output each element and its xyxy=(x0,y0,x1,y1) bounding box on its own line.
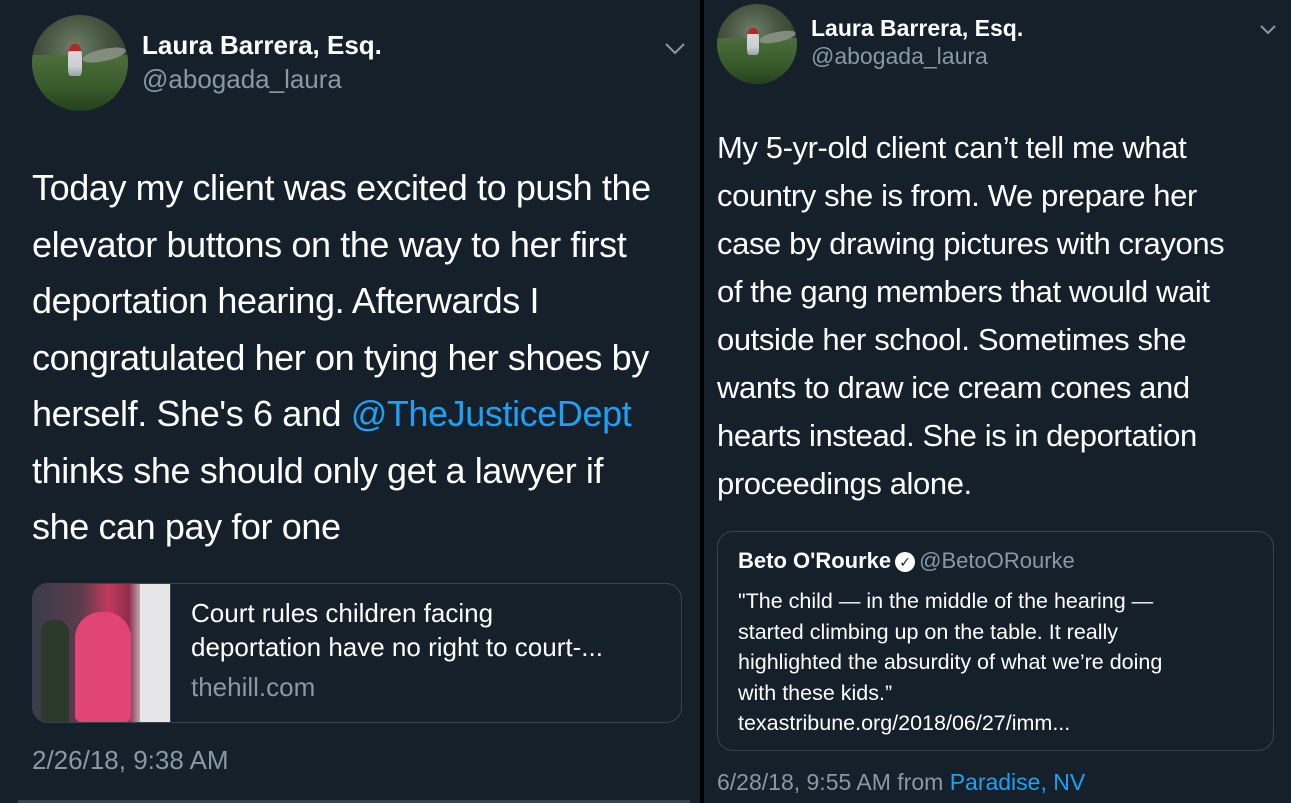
tweet-text-line: proceedings alone. xyxy=(717,466,972,501)
tweet-text-line: elevator buttons on the way to her first xyxy=(32,223,627,265)
right-tweet: Laura Barrera, Esq. @abogada_laura My 5-… xyxy=(704,0,1291,803)
chevron-down-icon[interactable] xyxy=(1259,24,1277,36)
tweet-text-line: congratulated her on tying her shoes by xyxy=(32,336,649,378)
quoted-text-line: highlighted the absurdity of what we’re … xyxy=(738,650,1163,674)
tweet-timestamp-text[interactable]: 6/28/18, 9:55 AM from xyxy=(717,769,950,795)
link-card[interactable]: Court rules children facing deportation … xyxy=(32,583,682,723)
tweet-text-line: she can pay for one xyxy=(32,506,341,547)
verified-badge-icon: ✓ xyxy=(895,552,916,572)
quoted-text-line: texastribune.org/2018/06/27/imm... xyxy=(738,711,1071,735)
quoted-author-handle: @BetoORourke xyxy=(919,548,1075,573)
tweet-text-line: My 5-yr-old client can’t tell me what xyxy=(717,130,1187,165)
screenshot-composite: Laura Barrera, Esq. @abogada_laura Today… xyxy=(0,0,1291,803)
location-link[interactable]: Paradise, NV xyxy=(950,769,1086,795)
tweet-text-line: herself. She's 6 and @TheJusticeDept xyxy=(32,386,651,443)
tweet-text-line: case by drawing pictures with crayons xyxy=(717,226,1225,261)
tweet-text: Today my client was excited to push the … xyxy=(32,160,651,556)
left-tweet: Laura Barrera, Esq. @abogada_laura Today… xyxy=(0,0,700,803)
avatar[interactable] xyxy=(32,15,128,111)
tweet-text-line: of the gang members that would wait xyxy=(717,274,1210,309)
link-card-title-line: Court rules children facing xyxy=(191,598,494,628)
author-handle[interactable]: @abogada_laura xyxy=(811,43,988,70)
chevron-down-icon[interactable] xyxy=(664,42,686,56)
author-name[interactable]: Laura Barrera, Esq. xyxy=(811,15,1023,42)
tweet-text-line: Today my client was excited to push the xyxy=(32,167,651,208)
quoted-tweet-header: Beto O'Rourke ✓ @BetoORourke xyxy=(738,548,1075,574)
link-card-title-line: deportation have no right to court-... xyxy=(191,632,603,662)
quoted-tweet[interactable]: Beto O'Rourke ✓ @BetoORourke "The child — … xyxy=(717,531,1274,751)
tweet-text-line: outside her school. Sometimes she xyxy=(717,322,1187,357)
author-name[interactable]: Laura Barrera, Esq. xyxy=(142,30,382,61)
tweet-text-line: deportation hearing. Afterwards I xyxy=(32,280,540,321)
tweet-text-line: country she is from. We prepare her xyxy=(717,178,1197,213)
quoted-author-name: Beto O'Rourke xyxy=(738,548,892,573)
tweet-text-line: thinks she should only get a lawyer if xyxy=(32,449,604,491)
tweet-timestamp: 6/28/18, 9:55 AM from Paradise, NV xyxy=(717,769,1085,796)
tweet-timestamp[interactable]: 2/26/18, 9:38 AM xyxy=(32,745,229,776)
link-card-title: Court rules children facing deportation … xyxy=(191,596,603,664)
tweet-text-line: hearts instead. She is in deportation xyxy=(717,418,1197,453)
link-card-domain: thehill.com xyxy=(191,672,316,702)
tweet-text-segment: herself. She's 6 and xyxy=(32,393,351,434)
tweet-text: My 5-yr-old client can’t tell me what co… xyxy=(717,124,1225,508)
quoted-tweet-text: "The child — in the middle of the hearin… xyxy=(738,586,1162,739)
link-card-thumbnail xyxy=(33,584,171,722)
tweet-text-line: wants to draw ice cream cones and xyxy=(717,370,1190,405)
quoted-text-line: started climbing up on the table. It rea… xyxy=(738,619,1119,644)
quoted-text-line: with these kids.” xyxy=(738,680,893,705)
mention-link[interactable]: @TheJusticeDept xyxy=(351,393,632,434)
avatar[interactable] xyxy=(717,4,797,84)
quoted-text-line: "The child — in the middle of the hearin… xyxy=(738,589,1154,613)
author-handle[interactable]: @abogada_laura xyxy=(142,64,342,95)
